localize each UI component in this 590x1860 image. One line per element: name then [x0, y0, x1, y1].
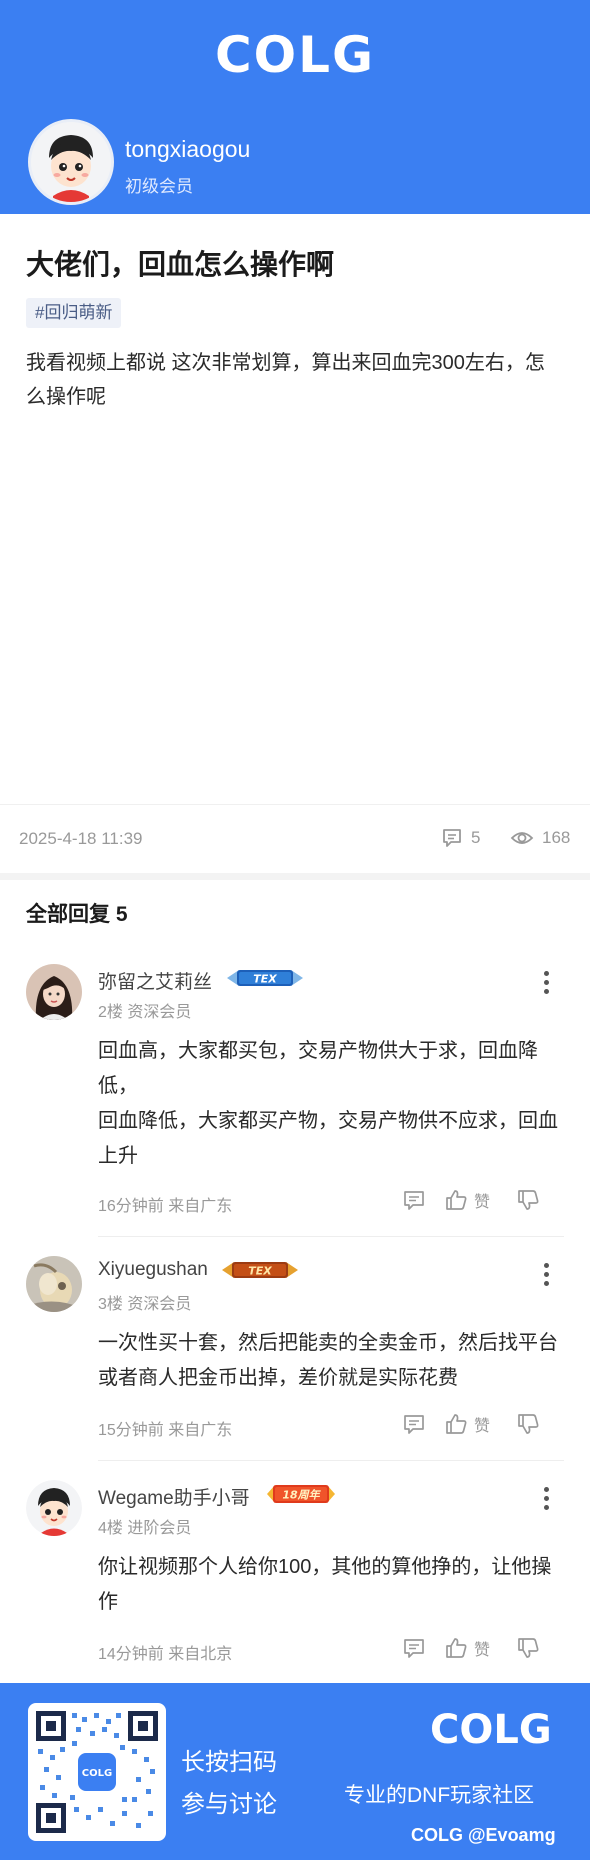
badge-label: TEX: [253, 973, 277, 986]
dislike-button[interactable]: [516, 1412, 540, 1436]
post-date: 2025-4-18 11:39: [19, 829, 143, 848]
comment-actions: 赞: [402, 1188, 540, 1212]
commenter-name[interactable]: Wegame助手小哥: [98, 1483, 250, 1510]
badge-label: TEX: [248, 1265, 272, 1278]
tex-badge: TEX: [220, 1258, 300, 1282]
comment-divider: [98, 1236, 564, 1237]
eye-icon: [510, 832, 534, 844]
thumbs-up-icon: [446, 1414, 467, 1434]
divider: [0, 804, 590, 805]
footer-slogan: 专业的DNF玩家社区: [344, 1784, 535, 1807]
like-label: 赞: [474, 1194, 491, 1211]
comment-icon: [443, 829, 461, 847]
commenter-name[interactable]: 弥留之艾莉丝: [98, 967, 212, 994]
dislike-button[interactable]: [516, 1188, 540, 1212]
anniversary-badge: 18周年: [265, 1482, 337, 1506]
watermark: COLG @Evoamg: [411, 1825, 556, 1845]
reply-icon: [404, 1191, 424, 1210]
comment-time: 16分钟前 来自广东: [98, 1198, 233, 1215]
reply-button[interactable]: [402, 1188, 426, 1212]
footer-banner: COLG 长按扫码 参与讨论 COLG 专业的DNF玩家社区 COLG @Evo…: [0, 1683, 590, 1860]
comment-stat[interactable]: 5: [441, 827, 480, 849]
commenter-floor: 4楼 进阶会员: [98, 1520, 192, 1537]
comment-line: 回血高，大家都买包，交易产物供大于求，回血降低，: [98, 1040, 538, 1097]
qr-logo-label: COLG: [82, 1768, 112, 1779]
footer-colg-logo: COLG: [430, 1707, 552, 1753]
comment-line: 回血降低，大家都买产物，交易产物供不应求，回血上升: [98, 1110, 558, 1167]
post-body: 我看视频上都说 这次非常划算，算出来回血完300左右，怎么操作呢: [26, 352, 545, 408]
view-count: 168: [542, 828, 571, 847]
commenter-avatar[interactable]: [26, 1480, 82, 1536]
badge-label: 18周年: [282, 1489, 321, 1502]
comment-actions: 赞: [402, 1412, 540, 1436]
dislike-button[interactable]: [516, 1636, 540, 1660]
qr-code[interactable]: COLG: [28, 1703, 166, 1841]
header-banner: COLG tongxiaogou 初级会员: [0, 0, 590, 214]
like-button[interactable]: 赞: [444, 1188, 490, 1212]
commenter-avatar[interactable]: [26, 964, 82, 1020]
commenter-name[interactable]: Xiyuegushan: [98, 1259, 208, 1281]
qr-pattern: COLG: [36, 1711, 158, 1833]
comment-text: 你让视频那个人给你100，其他的算他挣的，让他操作: [98, 1556, 552, 1613]
post-title: 大佬们，回血怎么操作啊: [26, 249, 335, 280]
post-tag[interactable]: #回归萌新: [26, 298, 122, 328]
section-divider: [0, 873, 590, 880]
thumbs-up-icon: [446, 1638, 467, 1658]
thumbs-down-icon: [518, 1414, 539, 1434]
like-label: 赞: [474, 1418, 491, 1435]
thumbs-up-icon: [446, 1190, 467, 1210]
more-options-icon[interactable]: [538, 968, 554, 998]
thumbs-down-icon: [518, 1190, 539, 1210]
comment-time: 14分钟前 来自北京: [98, 1646, 233, 1663]
author-username[interactable]: tongxiaogou: [125, 136, 250, 163]
like-button[interactable]: 赞: [444, 1412, 490, 1436]
more-options-icon[interactable]: [538, 1484, 554, 1514]
scan-prompt-line2: 参与讨论: [181, 1791, 277, 1818]
thumbs-down-icon: [518, 1638, 539, 1658]
reply-button[interactable]: [402, 1412, 426, 1436]
commenter-floor: 3楼 资深会员: [98, 1296, 192, 1313]
comment-actions: 赞: [402, 1636, 540, 1660]
replies-heading: 全部回复 5: [26, 903, 128, 926]
view-stat: 168: [510, 827, 570, 849]
like-button[interactable]: 赞: [444, 1636, 490, 1660]
commenter-floor: 2楼 资深会员: [98, 1004, 192, 1021]
reply-icon: [404, 1639, 424, 1658]
comment-text: 一次性买十套，然后把能卖的全卖金币，然后找平台或者商人把金币出掉，差价就是实际花…: [98, 1332, 558, 1389]
commenter-avatar[interactable]: [26, 1256, 82, 1312]
like-label: 赞: [474, 1642, 491, 1659]
comment-time: 15分钟前 来自广东: [98, 1422, 233, 1439]
author-level: 初级会员: [125, 177, 193, 196]
reply-button[interactable]: [402, 1636, 426, 1660]
comment-text: 回血高，大家都买包，交易产物供大于求，回血降低， 回血降低，大家都买产物，交易产…: [98, 1034, 568, 1174]
comment-divider: [98, 1460, 564, 1461]
author-avatar[interactable]: [28, 119, 114, 205]
comment-count: 5: [471, 828, 481, 847]
scan-prompt-line1: 长按扫码: [181, 1749, 277, 1776]
colg-logo: COLG: [214, 26, 376, 84]
more-options-icon[interactable]: [538, 1260, 554, 1290]
reply-icon: [404, 1415, 424, 1434]
tex-badge: TEX: [225, 966, 305, 990]
